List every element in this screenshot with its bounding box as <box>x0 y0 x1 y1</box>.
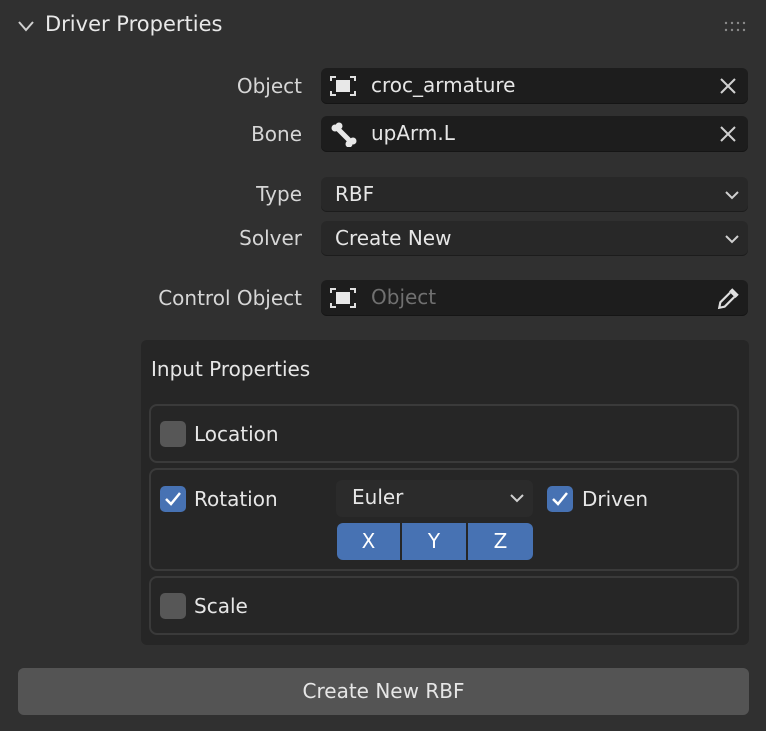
solver-label: Solver <box>239 226 302 250</box>
location-label: Location <box>194 422 279 446</box>
rotation-mode-dropdown[interactable]: Euler <box>336 480 533 517</box>
panel-header[interactable]: Driver Properties <box>0 0 766 54</box>
checkmark-icon <box>165 492 181 506</box>
scale-label: Scale <box>194 594 248 618</box>
object-value: croc_armature <box>371 73 516 97</box>
object-icon <box>330 76 356 96</box>
bone-field[interactable]: upArm.L <box>321 116 748 152</box>
scale-row: Scale <box>149 576 739 635</box>
axis-y-toggle[interactable]: Y <box>402 523 466 560</box>
checkmark-icon <box>552 492 568 506</box>
rotation-checkbox[interactable] <box>160 486 186 512</box>
chevron-down-icon <box>18 21 34 32</box>
object-label: Object <box>236 74 302 98</box>
location-row: Location <box>149 404 739 463</box>
type-dropdown[interactable]: RBF <box>321 177 748 212</box>
control-object-field[interactable]: Object <box>321 280 748 316</box>
dropdown-arrow-icon <box>510 494 524 503</box>
control-object-label: Control Object <box>158 286 302 310</box>
object-icon <box>330 288 356 308</box>
bone-value: upArm.L <box>371 121 455 145</box>
solver-value: Create New <box>335 226 452 250</box>
clear-icon[interactable] <box>718 76 738 96</box>
input-properties-title: Input Properties <box>151 357 311 381</box>
dropdown-arrow-icon <box>725 191 739 200</box>
scale-checkbox[interactable] <box>160 593 186 619</box>
grip-icon[interactable] <box>724 21 750 33</box>
type-value: RBF <box>335 182 375 206</box>
driven-label: Driven <box>582 487 648 511</box>
type-label: Type <box>256 182 302 206</box>
dropdown-arrow-icon <box>725 235 739 244</box>
rotation-mode-value: Euler <box>352 485 404 509</box>
axis-x-toggle[interactable]: X <box>337 523 400 560</box>
eyedropper-icon[interactable] <box>716 285 742 311</box>
solver-dropdown[interactable]: Create New <box>321 221 748 256</box>
bone-icon <box>331 122 357 147</box>
axis-z-toggle[interactable]: Z <box>468 523 533 560</box>
driven-checkbox[interactable] <box>547 486 573 512</box>
create-new-rbf-button[interactable]: Create New RBF <box>18 668 749 715</box>
clear-icon[interactable] <box>718 124 738 144</box>
location-checkbox[interactable] <box>160 421 186 447</box>
object-field[interactable]: croc_armature <box>321 68 748 104</box>
panel-title: Driver Properties <box>45 12 223 36</box>
bone-label: Bone <box>251 122 302 146</box>
control-object-placeholder: Object <box>371 285 437 309</box>
rotation-label: Rotation <box>194 487 278 511</box>
